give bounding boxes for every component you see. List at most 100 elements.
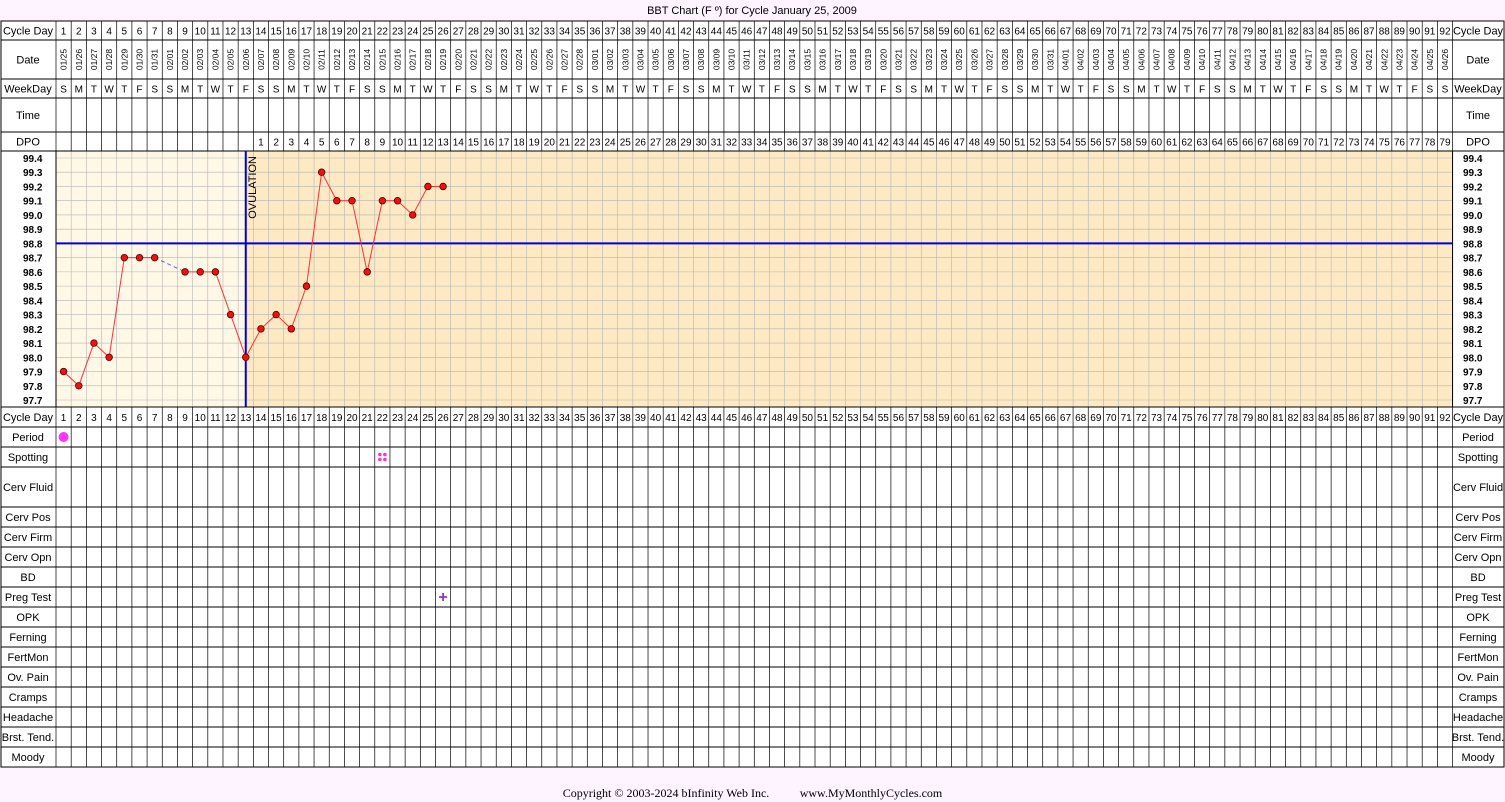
weekday-label: M xyxy=(818,85,826,96)
cycle-day-number: 86 xyxy=(1348,27,1360,38)
dpo-number: 28 xyxy=(665,138,677,149)
date-label: 04/01 xyxy=(1060,49,1070,71)
cycle-day-number: 20 xyxy=(346,413,358,424)
date-label: 04/12 xyxy=(1227,49,1237,71)
row-label-right: Ferning xyxy=(1459,632,1496,644)
weekday-label: W xyxy=(317,85,327,96)
cycle-day-number: 49 xyxy=(787,413,799,424)
temperature-point xyxy=(135,253,144,262)
date-label: 03/27 xyxy=(985,49,995,71)
dpo-number: 70 xyxy=(1303,138,1315,149)
cycle-day-number: 8 xyxy=(167,413,173,424)
cycle-day-number: 59 xyxy=(938,413,950,424)
y-tick-left: 99.1 xyxy=(23,197,43,208)
cycle-day-number: 69 xyxy=(1090,413,1102,424)
temperature-point xyxy=(120,253,129,262)
cycle-day-number: 60 xyxy=(954,413,966,424)
cycle-day-number: 18 xyxy=(316,413,328,424)
cycle-day-number: 26 xyxy=(438,413,450,424)
cycle-day-number: 80 xyxy=(1257,27,1269,38)
cycle-day-number: 54 xyxy=(863,413,875,424)
dpo-number: 46 xyxy=(938,138,950,149)
cycle-day-number: 6 xyxy=(137,27,143,38)
weekday-label: S xyxy=(1108,85,1115,96)
cycle-day-number: 17 xyxy=(301,413,313,424)
cycle-day-number: 85 xyxy=(1333,413,1345,424)
weekday-label: T xyxy=(1396,85,1402,96)
y-tick-left: 97.8 xyxy=(23,382,43,393)
cycle-day-number: 87 xyxy=(1364,27,1376,38)
row-label-right: Period xyxy=(1462,432,1494,444)
date-label: 01/31 xyxy=(150,49,160,71)
cycle-day-number: 86 xyxy=(1348,413,1360,424)
weekday-label: T xyxy=(228,85,234,96)
weekday-label: W xyxy=(104,85,114,96)
dpo-number: 51 xyxy=(1014,138,1026,149)
date-label: 03/23 xyxy=(924,49,934,71)
cycle-day-number: 13 xyxy=(240,413,252,424)
temperature-point xyxy=(302,282,311,290)
date-label: 04/15 xyxy=(1273,49,1283,71)
y-tick-left: 99.0 xyxy=(23,211,43,222)
footer-copyright: Copyright © 2003-2024 bInfinity Web Inc. xyxy=(563,786,770,800)
date-label: 03/09 xyxy=(711,49,721,71)
row-label-left: Date xyxy=(16,55,39,67)
date-label: 03/31 xyxy=(1045,49,1055,71)
weekday-label: S xyxy=(683,85,690,96)
cycle-day-number: 32 xyxy=(529,413,541,424)
cycle-day-number: 16 xyxy=(286,27,298,38)
date-label: 03/18 xyxy=(848,49,858,71)
weekday-label: F xyxy=(349,85,355,96)
cycle-day-number: 90 xyxy=(1409,27,1421,38)
cycle-day-number: 89 xyxy=(1394,27,1406,38)
cycle-day-number: 28 xyxy=(468,413,480,424)
date-label: 04/02 xyxy=(1076,49,1086,71)
weekday-label: S xyxy=(1335,85,1342,96)
temperature-point xyxy=(181,268,189,276)
cycle-day-number: 47 xyxy=(756,27,768,38)
date-label: 02/06 xyxy=(241,49,251,71)
dpo-number: 16 xyxy=(483,138,495,149)
dpo-number: 49 xyxy=(984,138,996,149)
weekday-label: F xyxy=(1305,85,1311,96)
cycle-day-number: 38 xyxy=(620,413,632,424)
dpo-number: 38 xyxy=(817,138,829,149)
cycle-day-number: 68 xyxy=(1075,413,1087,424)
cycle-day-number: 29 xyxy=(483,413,495,424)
weekday-label: F xyxy=(561,85,567,96)
cycle-day-number: 24 xyxy=(407,27,419,38)
y-tick-right: 99.2 xyxy=(1463,182,1483,193)
y-tick-right: 97.7 xyxy=(1463,396,1483,407)
date-label: 03/02 xyxy=(605,49,615,71)
cycle-day-number: 78 xyxy=(1227,413,1239,424)
dpo-number: 59 xyxy=(1136,138,1148,149)
weekday-label: S xyxy=(1123,85,1130,96)
weekday-label: T xyxy=(622,85,628,96)
date-label: 02/23 xyxy=(499,49,509,71)
weekday-label: W xyxy=(1380,85,1390,96)
weekday-label: T xyxy=(1184,85,1190,96)
date-label: 03/15 xyxy=(802,49,812,71)
cycle-day-number: 70 xyxy=(1105,27,1117,38)
cycle-day-number: 67 xyxy=(1060,27,1072,38)
cycle-day-number: 82 xyxy=(1288,27,1300,38)
cycle-day-number: 56 xyxy=(893,27,905,38)
cycle-day-number: 63 xyxy=(999,413,1011,424)
dpo-number: 23 xyxy=(589,138,601,149)
y-tick-right: 97.8 xyxy=(1463,382,1483,393)
cycle-day-number: 64 xyxy=(1014,413,1026,424)
dpo-number: 25 xyxy=(620,138,632,149)
dpo-number: 60 xyxy=(1151,138,1163,149)
temperature-point xyxy=(242,353,250,361)
spotting-marker xyxy=(378,457,382,462)
weekday-label: W xyxy=(423,85,433,96)
temperature-point xyxy=(75,382,83,390)
temperature-point xyxy=(257,325,265,333)
cycle-day-number: 4 xyxy=(106,413,112,424)
weekday-label: F xyxy=(880,85,886,96)
cycle-day-number: 23 xyxy=(392,413,404,424)
date-label: 03/16 xyxy=(818,49,828,71)
row-label-right: OPK xyxy=(1466,612,1490,624)
weekday-label: T xyxy=(728,85,734,96)
date-label: 04/09 xyxy=(1182,49,1192,71)
